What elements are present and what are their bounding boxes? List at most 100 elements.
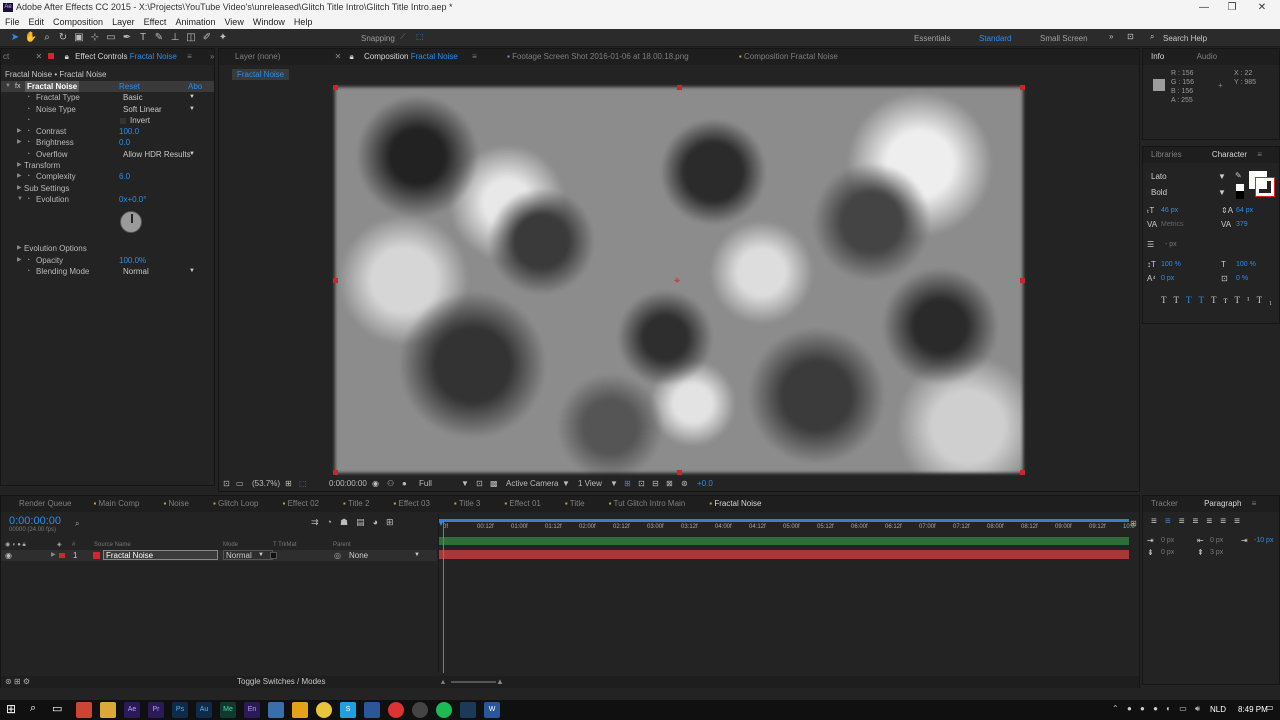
- fast-preview-icon[interactable]: ⊡: [638, 477, 645, 491]
- explorer-icon[interactable]: [292, 702, 308, 718]
- bounding-handle[interactable]: [677, 470, 682, 475]
- panel-menu-icon[interactable]: ≡: [181, 49, 194, 65]
- view-layout-select[interactable]: 1 View: [578, 477, 602, 491]
- tab-timeline-7[interactable]: ▪ Title 3: [442, 496, 492, 512]
- notifications-icon[interactable]: ▭: [1266, 703, 1274, 712]
- effect-row[interactable]: ▼ fx Fractal Noise Reset Abo: [1, 81, 214, 93]
- bounding-handle[interactable]: [333, 85, 338, 90]
- tab-layer[interactable]: Layer (none): [219, 49, 288, 65]
- indent-left-value[interactable]: 0 px: [1161, 537, 1174, 544]
- font-style-select[interactable]: Bold: [1151, 188, 1167, 197]
- justify-all-icon[interactable]: ≡: [1234, 516, 1248, 527]
- pickwhip-icon[interactable]: ◎: [334, 550, 341, 561]
- bounding-handle[interactable]: [333, 470, 338, 475]
- property-row[interactable]: ▶ Sub Settings: [1, 183, 214, 194]
- timeline-timecode[interactable]: 0:00:00:00: [9, 515, 61, 527]
- chevron-down-icon[interactable]: ▼: [562, 477, 570, 491]
- property-row[interactable]: ▶ ◔ Complexity 6.0: [1, 171, 214, 182]
- workspace-essentials[interactable]: Essentials: [914, 34, 950, 43]
- comp-name-badge[interactable]: Fractal Noise: [232, 69, 290, 80]
- property-select[interactable]: Normal: [123, 266, 149, 277]
- chevron-down-icon[interactable]: ▼: [189, 149, 195, 160]
- obs-icon[interactable]: [412, 702, 428, 718]
- expand-panel-icon[interactable]: »: [1267, 496, 1280, 512]
- zoom-slider[interactable]: [451, 681, 496, 683]
- chevron-down-icon[interactable]: ▼: [414, 550, 420, 561]
- layer-duration-bar[interactable]: [439, 550, 1129, 559]
- search-icon[interactable]: ⌕: [30, 702, 36, 715]
- menu-file[interactable]: File: [0, 15, 24, 29]
- chevron-down-icon[interactable]: ▼: [189, 104, 195, 115]
- panel-menu-icon[interactable]: ≡: [464, 49, 485, 65]
- expand-icon[interactable]: ▶: [17, 160, 22, 171]
- expand-icon[interactable]: ▼: [17, 194, 23, 205]
- expand-icon[interactable]: ▶: [51, 550, 56, 561]
- tab-timeline-5[interactable]: ▪ Title 2: [331, 496, 381, 512]
- snapping-label[interactable]: Snapping: [361, 34, 395, 43]
- close-icon[interactable]: ✕: [13, 49, 44, 65]
- layer-parent-select[interactable]: None: [349, 550, 368, 561]
- faux-bold-button[interactable]: T: [1161, 295, 1174, 305]
- tray-chevron-icon[interactable]: ⌃: [1112, 704, 1119, 713]
- stopwatch-icon[interactable]: ◔: [26, 115, 30, 126]
- puppet-tool-icon[interactable]: ✦: [216, 31, 230, 45]
- tab-libraries[interactable]: Libraries: [1143, 147, 1190, 163]
- frame-blending-icon[interactable]: ▤: [356, 517, 373, 527]
- trkmat-toggle[interactable]: [270, 552, 277, 559]
- type-tool-icon[interactable]: T: [136, 31, 150, 45]
- search-icon[interactable]: ⌕: [75, 519, 79, 529]
- tab-audio[interactable]: Audio: [1175, 49, 1225, 65]
- chevron-down-icon[interactable]: ▼: [258, 550, 264, 561]
- property-value[interactable]: 0.0: [119, 137, 130, 148]
- resolution-select[interactable]: Full: [419, 477, 432, 491]
- stopwatch-icon[interactable]: ◔: [26, 126, 30, 137]
- layer-row[interactable]: ◉ ▶ 1 Fractal Noise Normal ▼ ◎ None ▼: [1, 550, 437, 561]
- pen-tool-icon[interactable]: ✒: [120, 31, 134, 45]
- tab-project-stub[interactable]: ct: [1, 49, 11, 65]
- anchor-point-icon[interactable]: ⌖: [674, 275, 680, 288]
- lock-icon[interactable]: 🔒︎: [63, 49, 71, 65]
- transparency-grid-icon[interactable]: ▩: [490, 477, 498, 491]
- language-indicator[interactable]: NLD: [1210, 705, 1226, 714]
- horizontal-scale-value[interactable]: 100 %: [1236, 261, 1256, 268]
- align-right-icon[interactable]: ≡: [1179, 516, 1193, 527]
- time-ruler[interactable]: 0f 00:12f 01:00f 01:12f 02:00f 02:12f 03:00f 03…: [439, 524, 1135, 534]
- invert-checkbox[interactable]: [120, 117, 126, 124]
- chevron-down-icon[interactable]: ▼: [461, 477, 469, 491]
- property-row[interactable]: ▶ ◔ Opacity 100.0%: [1, 255, 214, 266]
- panel-menu-icon[interactable]: ≡: [1257, 147, 1270, 163]
- work-area-bar[interactable]: [439, 519, 1129, 522]
- menu-edit[interactable]: Edit: [24, 15, 49, 29]
- graph-editor-icon[interactable]: ⊞: [386, 517, 402, 527]
- tab-info[interactable]: Info: [1143, 49, 1172, 65]
- motion-blur-icon[interactable]: ◕: [373, 517, 386, 527]
- channel-icon[interactable]: ●: [402, 477, 407, 491]
- chevron-down-icon[interactable]: ▼: [1218, 188, 1226, 197]
- property-select[interactable]: Allow HDR Results: [123, 149, 191, 160]
- align-center-icon[interactable]: ≡: [1165, 516, 1179, 527]
- property-value[interactable]: 100.0: [119, 126, 139, 137]
- camera-select[interactable]: Active Camera: [506, 477, 558, 491]
- mode-header[interactable]: Mode: [223, 540, 238, 550]
- stroke-color-swatch[interactable]: [1255, 177, 1275, 197]
- source-name-header[interactable]: Source Name: [94, 540, 131, 550]
- property-value[interactable]: 6.0: [119, 171, 130, 182]
- camera-tool-icon[interactable]: ▣: [72, 31, 86, 45]
- chevron-down-icon[interactable]: ▼: [1218, 172, 1226, 181]
- show-snapshot-icon[interactable]: ⚇: [387, 477, 394, 491]
- snapshot-icon[interactable]: ◉: [372, 477, 379, 491]
- mask-icon[interactable]: ⬚: [299, 477, 307, 491]
- tab-composition[interactable]: Composition Fractal Noise: [360, 49, 462, 65]
- roi-icon[interactable]: ⊡: [476, 477, 483, 491]
- justify-right-icon[interactable]: ≡: [1220, 516, 1234, 527]
- expand-icon[interactable]: ▶: [17, 255, 22, 266]
- exposure-reset-icon[interactable]: ⊛: [681, 477, 688, 491]
- menu-help[interactable]: Help: [289, 15, 317, 29]
- tab-timeline-10[interactable]: ▪ Tut Glitch Intro Main: [597, 496, 698, 512]
- close-button[interactable]: ✕: [1248, 0, 1276, 15]
- font-family-select[interactable]: Lato: [1151, 172, 1167, 181]
- clone-tool-icon[interactable]: ⊥: [168, 31, 182, 45]
- tab-timeline-3[interactable]: ▪ Glitch Loop: [201, 496, 271, 512]
- audition-icon[interactable]: Au: [196, 702, 212, 718]
- fx-icon[interactable]: fx: [15, 81, 20, 92]
